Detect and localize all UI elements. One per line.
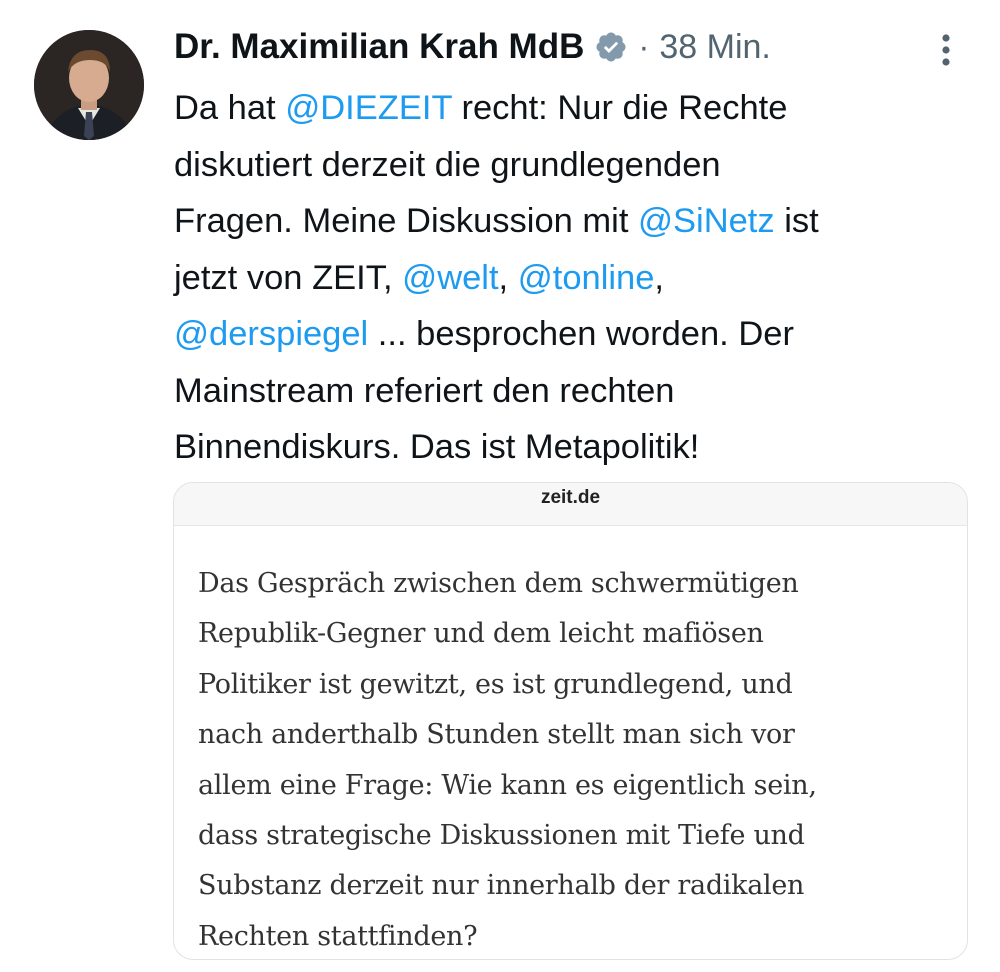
tweet-text-line: @derspiegel ... besprochen worden. Der [174,306,974,363]
tweet-text-segment: Binnendiskurs. Das ist Metapolitik! [174,428,700,466]
card-quote-line: allem eine Frage: Wie kann es eigentlich… [198,769,817,801]
card-quote-line: Substanz derzeit nur innerhalb der radik… [198,870,805,902]
tweet-text-line: Mainstream referiert den rechten [174,363,974,420]
tweet-text-line: Fragen. Meine Diskussion mit @SiNetz ist [174,193,974,250]
tweet-text-segment: Mainstream referiert den rechten [174,371,675,410]
verified-badge-icon[interactable] [594,30,628,64]
tweet-header: Dr. Maximilian Krah MdB · 38 Min. [174,22,771,72]
mention-link[interactable]: @welt [402,259,498,297]
avatar[interactable] [34,30,144,140]
separator-dot: · [638,28,650,65]
tweet-text-line: jetzt von ZEIT, @welt, @tonline, [174,250,974,307]
mention-link[interactable]: @tonline [518,259,655,297]
tweet-text-segment: ist [774,202,819,240]
tweet-text-segment: , [654,258,664,297]
tweet-text-segment: , [498,258,518,297]
card-quote-line: Rechten stattfinden? [198,920,478,952]
tweet-text-segment: Da hat [174,89,286,127]
author-name[interactable]: Dr. Maximilian Krah MdB [174,27,584,67]
card-quote-line: Republik-Gegner und dem leicht mafiösen [198,618,764,650]
tweet-text-line: Binnendiskurs. Das ist Metapolitik! [174,419,974,476]
tweet-text-segment: ... besprochen worden. Der [368,315,794,353]
timestamp[interactable]: 38 Min. [659,28,771,67]
card-domain: zeit.de [540,487,601,508]
tweet-text-line: Da hat @DIEZEIT recht: Nur die Rechte [174,80,974,137]
card-quote-line: nach anderthalb Stunden stellt man sich … [198,719,795,751]
mention-link[interactable]: @SiNetz [638,202,775,240]
card-domain-bar: zeit.de [174,483,967,526]
tweet-text: Da hat @DIEZEIT recht: Nur die Rechte dis… [174,80,974,476]
tweet-text-segment: recht: Nur die Rechte [451,89,788,127]
mention-link[interactable]: @derspiegel [174,315,368,353]
tweet-text-segment: Fragen. Meine Diskussion mit [174,202,638,240]
card-quote-text: Das Gespräch zwischen dem schwermütigen R… [198,559,958,959]
tweet-text-line: diskutiert derzeit die grundlegenden [174,137,974,194]
card-quote-line: dass strategische Diskussionen mit Tiefe… [198,819,805,851]
more-options-icon[interactable] [931,30,961,70]
link-card[interactable]: zeit.de Das Gespräch zwischen dem schwer… [173,482,968,960]
tweet-text-segment: diskutiert derzeit die grundlegenden [174,145,721,184]
card-quote-line: Politiker ist gewitzt, es ist grundlegen… [198,668,793,700]
mention-link[interactable]: @DIEZEIT [285,89,452,127]
card-quote-line: Das Gespräch zwischen dem schwermütigen [198,568,799,599]
tweet-text-segment: jetzt von ZEIT, [174,258,403,297]
